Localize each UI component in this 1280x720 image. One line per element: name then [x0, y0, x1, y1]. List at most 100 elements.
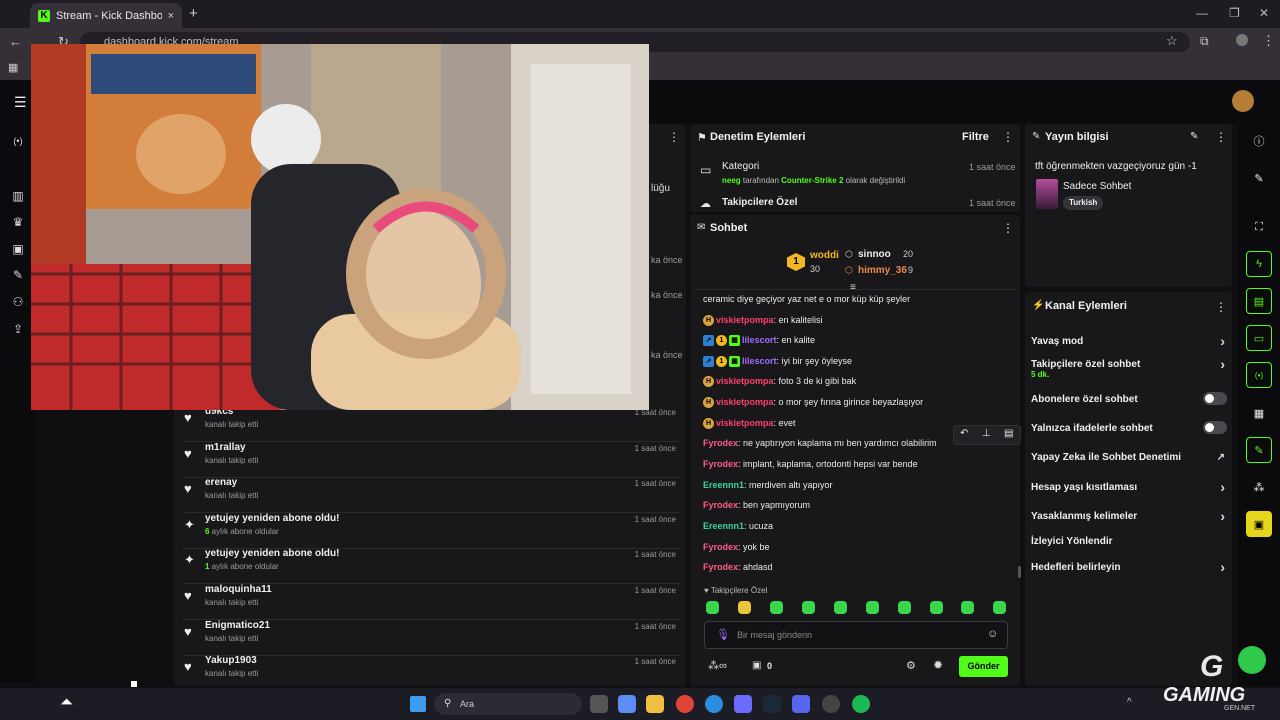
channel-action-item[interactable]: Hedefleri belirleyin ›	[1031, 559, 1229, 576]
analytics-icon[interactable]: ▥	[10, 189, 26, 205]
activity-item[interactable]: ♥ Yakup1903 kanalı takip etti 1 saat önce	[182, 655, 680, 692]
discord-icon[interactable]	[792, 695, 810, 713]
activity-item[interactable]: ✦ yetujey yeniden abone oldu! 6 aylık abon…	[182, 513, 680, 549]
mod-badge-icon[interactable]: ✹	[933, 658, 943, 672]
obs-icon[interactable]	[822, 695, 840, 713]
chat-username[interactable]: lilescort	[742, 356, 777, 366]
channel-action-item[interactable]: Hesap yaşı kısıtlaması ›	[1031, 479, 1229, 496]
moderation-menu-icon[interactable]: ⋮	[1002, 130, 1014, 144]
emote-chat-icon[interactable]	[834, 601, 847, 614]
steam-icon[interactable]	[763, 695, 781, 713]
chat-menu-icon[interactable]: ⋮	[1002, 221, 1014, 235]
store-icon[interactable]	[734, 695, 752, 713]
activity-item[interactable]: ♥ u9kcs kanalı takip etti 1 saat önce	[182, 406, 680, 442]
emoji-icon[interactable]: ☺	[987, 628, 998, 640]
leader-name[interactable]: himmy_36	[858, 265, 907, 276]
settings-gear-icon[interactable]: ⚙	[906, 659, 916, 672]
toggle-switch[interactable]	[1203, 392, 1227, 405]
microphone-icon[interactable]: 🎙	[716, 628, 730, 641]
chat-rail-icon[interactable]: ▭	[1246, 325, 1272, 351]
collapse-icon[interactable]: ≡	[850, 282, 856, 293]
user-avatar[interactable]	[1232, 90, 1254, 112]
chat-username[interactable]: viskietpompa	[716, 397, 774, 407]
trophy-icon[interactable]: ♛	[10, 215, 26, 231]
bookmark-star-icon[interactable]: ☆	[1166, 33, 1178, 49]
chat-username[interactable]: Fyrodex	[703, 562, 738, 572]
channel-action-item[interactable]: Yasaklanmış kelimeler ›	[1031, 508, 1229, 525]
fullscreen-icon[interactable]: ⛶	[1246, 214, 1272, 240]
wrench-icon[interactable]: ✎	[1246, 437, 1272, 463]
channel-action-item[interactable]: Yapay Zeka ile Sohbet Denetimi ↗	[1031, 452, 1229, 466]
hamburger-menu-icon[interactable]: ☰	[14, 94, 27, 111]
chat-message[interactable]: Hviskietpompa: o mor şey fırına girince …	[703, 397, 923, 409]
activity-title[interactable]: Enigmatico21	[205, 620, 270, 631]
pin-icon[interactable]: ⊥	[982, 428, 991, 439]
profile-avatar[interactable]	[1236, 34, 1248, 46]
delete-icon[interactable]: ▤	[1004, 428, 1013, 439]
new-tab-button[interactable]: +	[189, 5, 198, 22]
tools-icon[interactable]: ✎	[10, 268, 26, 284]
task-view-icon[interactable]	[590, 695, 608, 713]
category-name[interactable]: Sadece Sohbet	[1063, 181, 1131, 192]
activity-item[interactable]: ✦ yetujey yeniden abone oldu! 1 aylık abon…	[182, 548, 680, 585]
chat-message[interactable]: ceramic diye geçiyor yaz net e o mor küp…	[703, 294, 910, 304]
send-button[interactable]: Gönder	[959, 656, 1008, 677]
channel-actions-menu-icon[interactable]: ⋮	[1215, 300, 1227, 314]
chrome-icon[interactable]	[676, 695, 694, 713]
chat-message[interactable]: Fyrodex: ne yaptırıyon kaplama mı ben ya…	[703, 438, 937, 448]
activity-title[interactable]: m1rallay	[205, 442, 246, 453]
live-stream-icon[interactable]: (•)	[10, 136, 26, 152]
leader-name[interactable]: sinnoo	[858, 249, 891, 260]
chat-message[interactable]: Fyrodex: ahdasd	[703, 562, 773, 572]
channel-action-item[interactable]: Yalnızca ifadelerle sohbet	[1031, 421, 1229, 437]
browser-tab[interactable]: K Stream - Kick Dashboard ×	[30, 3, 182, 28]
activity-title[interactable]: erenay	[205, 477, 237, 488]
taskbar-search[interactable]	[434, 693, 582, 715]
apps-grid-icon[interactable]: ▦	[8, 61, 18, 74]
emote-box-icon[interactable]	[770, 601, 783, 614]
emote-cup-icon[interactable]	[802, 601, 815, 614]
chat-message[interactable]: Ereennn1: ucuza	[703, 521, 773, 531]
chat-username[interactable]: Fyrodex	[703, 459, 738, 469]
toggle-switch[interactable]	[1203, 421, 1227, 434]
points-icon[interactable]: ⁂∞	[708, 659, 727, 672]
leader-name[interactable]: woddi	[810, 250, 839, 261]
chat-message[interactable]: Hviskietpompa: en kalitelisi	[703, 315, 823, 327]
edge-icon[interactable]	[705, 695, 723, 713]
tray-chevron-icon[interactable]: ^	[1127, 697, 1132, 708]
activity-item[interactable]: ♥ m1rallay kanalı takip etti 1 saat önce	[182, 442, 680, 478]
emote-ghost-icon[interactable]	[930, 601, 943, 614]
emote-frog2-icon[interactable]	[993, 601, 1006, 614]
activity-item[interactable]: ♥ maloquinha11 kanalı takip etti 1 saat önc…	[182, 584, 680, 620]
broadcast-icon[interactable]: (•)	[1246, 362, 1272, 388]
emote-bubble-icon[interactable]	[961, 601, 974, 614]
chat-username[interactable]: lilescort	[742, 335, 777, 345]
activity-title[interactable]: yetujey yeniden abone oldu!	[205, 548, 339, 559]
channel-action-item[interactable]: Abonelere özel sohbet	[1031, 392, 1229, 408]
chat-username[interactable]: Fyrodex	[703, 438, 738, 448]
nodes-icon[interactable]: ⁂	[1246, 474, 1272, 500]
chat-message[interactable]: Fyrodex: implant, kaplama, ortodonti hep…	[703, 459, 918, 469]
chat-username[interactable]: viskietpompa	[716, 315, 774, 325]
chat-message[interactable]: ↗ 1 ▦ lilescort: iyi bir şey öyleyse	[703, 356, 852, 368]
activity-item[interactable]: ♥ Enigmatico21 kanalı takip etti 1 saat önc…	[182, 620, 680, 656]
chat-input-placeholder[interactable]: Bir mesaj gönderin	[737, 630, 812, 640]
channel-action-item[interactable]: Takipçilere özel sohbet 5 dk. ›	[1031, 356, 1229, 383]
chat-message[interactable]: ↗ 1 ▦ lilescort: en kalite	[703, 335, 815, 347]
emote-face-icon[interactable]	[898, 601, 911, 614]
upload-icon[interactable]: ⇪	[10, 322, 26, 338]
chat-message[interactable]: Ereennn1: merdiven altı yapıyor	[703, 480, 833, 490]
chat-username[interactable]: viskietpompa	[716, 418, 774, 428]
channel-action-item[interactable]: Yavaş mod ›	[1031, 333, 1229, 350]
emote-smile-icon[interactable]	[738, 601, 751, 614]
chat-username[interactable]: Ereennn1	[703, 480, 744, 490]
minimize-icon[interactable]: —	[1196, 6, 1208, 20]
community-icon[interactable]: ⚇	[10, 295, 26, 311]
emote-blob-icon[interactable]	[866, 601, 879, 614]
chat-username[interactable]: viskietpompa	[716, 376, 774, 386]
activity-title[interactable]: maloquinha11	[205, 584, 272, 595]
extensions-icon[interactable]: ⧉	[1200, 34, 1209, 49]
pen-icon[interactable]: ✎	[1246, 165, 1272, 191]
chat-username[interactable]: Ereennn1	[703, 521, 744, 531]
chat-message[interactable]: Fyrodex: ben yapmıyorum	[703, 500, 810, 510]
